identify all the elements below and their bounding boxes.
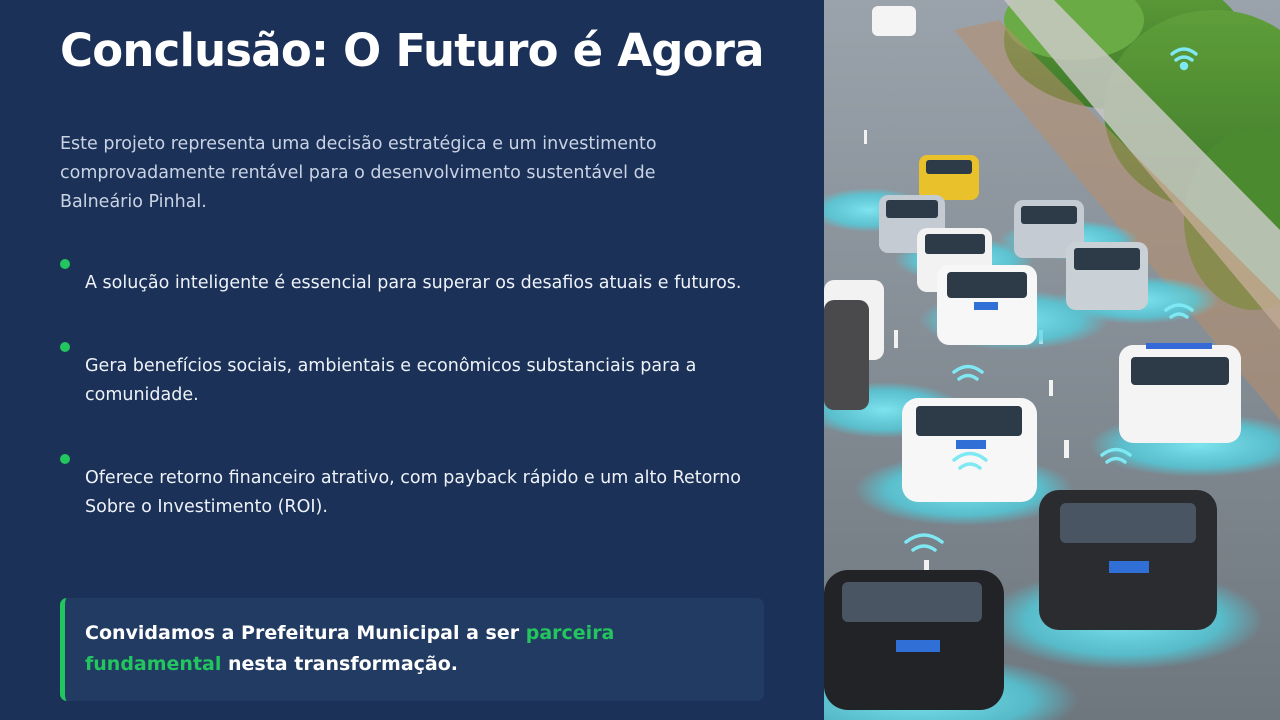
content-panel: Conclusão: O Futuro é Agora Este projeto… xyxy=(0,0,824,720)
cta-text: Convidamos a Prefeitura Municipal a ser xyxy=(85,622,526,644)
cta-text-end: nesta transformação. xyxy=(221,653,459,675)
call-to-action-box: Convidamos a Prefeitura Municipal a ser … xyxy=(60,598,764,701)
intro-paragraph: Este projeto representa uma decisão estr… xyxy=(60,134,657,212)
slide: Conclusão: O Futuro é Agora Este projeto… xyxy=(0,0,1280,720)
bullet-dot-icon xyxy=(60,259,70,269)
bullet-text: Gera benefícios sociais, ambientais e ec… xyxy=(85,356,697,405)
bullet-text: A solução inteligente é essencial para s… xyxy=(85,273,742,293)
smart-road-image xyxy=(824,0,1280,720)
bullet-text: Oferece retorno financeiro atrativo, com… xyxy=(85,468,741,517)
bullet-dot-icon xyxy=(60,454,70,464)
slide-title: Conclusão: O Futuro é Agora xyxy=(60,24,765,77)
smart-road-illustration xyxy=(824,0,1280,720)
bullet-dot-icon xyxy=(60,342,70,352)
